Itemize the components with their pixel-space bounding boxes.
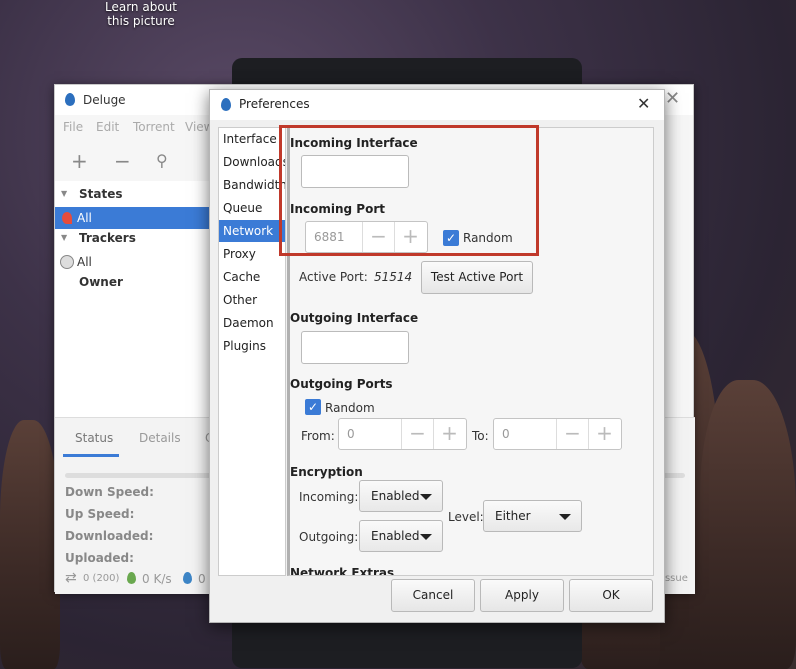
cancel-button[interactable]: Cancel	[391, 579, 475, 612]
category-bandwidth[interactable]: Bandwidth	[219, 174, 285, 196]
trackers-all-item[interactable]: All	[55, 251, 211, 273]
from-port-decrement-button[interactable]: −	[401, 419, 433, 449]
category-proxy[interactable]: Proxy	[219, 243, 285, 265]
incoming-encryption-dropdown[interactable]: Enabled	[359, 480, 443, 512]
to-port-spinner[interactable]: 0 − +	[493, 418, 622, 450]
level-value: Either	[495, 509, 531, 523]
outgoing-encryption-value: Enabled	[371, 529, 420, 543]
level-label: Level:	[448, 510, 484, 524]
deluge-title: Deluge	[83, 93, 126, 107]
deluge-close-icon[interactable]: ✕	[665, 88, 680, 109]
download-speed-icon	[127, 572, 136, 584]
active-port-value: 51514	[374, 270, 413, 284]
menu-torrent[interactable]: Torrent	[133, 120, 175, 134]
from-port-spinner[interactable]: 0 − +	[338, 418, 467, 450]
filter-sidebar: ▼ States All ▼ Trackers All Owner	[55, 181, 211, 417]
test-active-port-button[interactable]: Test Active Port	[421, 261, 533, 294]
outgoing-random-checkbox[interactable]: ✓	[305, 399, 321, 415]
upload-speed-icon	[183, 572, 192, 584]
deluge-logo-icon	[65, 93, 75, 106]
category-network[interactable]: Network	[219, 220, 285, 242]
preferences-close-icon[interactable]: ✕	[637, 94, 650, 113]
to-port-increment-button[interactable]: +	[588, 419, 620, 449]
preferences-title: Preferences	[239, 97, 310, 111]
from-port-value: 0	[347, 427, 355, 441]
incoming-encryption-label: Incoming:	[299, 490, 359, 504]
category-interface[interactable]: Interface	[219, 128, 285, 150]
chevron-down-icon	[420, 494, 432, 500]
add-torrent-icon[interactable]: +	[71, 151, 88, 171]
remove-torrent-icon[interactable]: −	[114, 151, 131, 171]
tab-status-indicator	[63, 454, 119, 457]
from-port-increment-button[interactable]: +	[433, 419, 465, 449]
to-port-decrement-button[interactable]: −	[556, 419, 588, 449]
connections-count: 0 (200)	[83, 573, 120, 584]
active-port-label: Active Port:	[299, 270, 368, 284]
preferences-logo-icon	[221, 98, 231, 111]
category-daemon[interactable]: Daemon	[219, 312, 285, 334]
globe-icon	[60, 255, 74, 269]
connections-icon: ⇄	[65, 570, 77, 586]
tab-status[interactable]: Status	[75, 431, 113, 445]
learn-about-picture-link[interactable]: Learn about this picture	[104, 0, 178, 28]
trackers-all-label: All	[77, 255, 92, 269]
uploaded-label: Uploaded:	[65, 551, 134, 565]
outgoing-random-label: Random	[325, 401, 375, 415]
outgoing-encryption-label: Outgoing:	[299, 530, 359, 544]
from-label: From:	[301, 429, 335, 443]
category-cache[interactable]: Cache	[219, 266, 285, 288]
category-queue[interactable]: Queue	[219, 197, 285, 219]
outgoing-interface-label: Outgoing Interface	[290, 311, 419, 325]
trackers-header: Trackers	[79, 231, 136, 245]
states-all-item[interactable]: All	[55, 207, 211, 229]
to-label: To:	[472, 429, 489, 443]
menu-file[interactable]: File	[63, 120, 83, 134]
category-downloads[interactable]: Downloads	[219, 151, 285, 173]
collapse-states-icon[interactable]: ▼	[61, 189, 67, 198]
category-plugins[interactable]: Plugins	[219, 335, 285, 357]
outgoing-interface-input[interactable]	[301, 331, 409, 364]
category-other[interactable]: Other	[219, 289, 285, 311]
incoming-encryption-value: Enabled	[371, 489, 420, 503]
annotation-highlight-box	[279, 125, 539, 256]
chevron-down-icon	[420, 534, 432, 540]
chevron-down-icon	[559, 514, 571, 520]
network-extras-label: Network Extras	[290, 566, 395, 576]
issue-label[interactable]: Issue	[662, 573, 688, 584]
outgoing-encryption-dropdown[interactable]: Enabled	[359, 520, 443, 552]
down-speed-label: Down Speed:	[65, 485, 154, 499]
states-header: States	[79, 187, 123, 201]
up-speed-label: Up Speed:	[65, 507, 135, 521]
menu-edit[interactable]: Edit	[96, 120, 119, 134]
outgoing-ports-label: Outgoing Ports	[290, 377, 393, 391]
search-icon[interactable]: ⚲	[156, 151, 168, 171]
ok-button[interactable]: OK	[569, 579, 653, 612]
apply-button[interactable]: Apply	[480, 579, 564, 612]
to-port-value: 0	[502, 427, 510, 441]
all-states-icon	[62, 212, 72, 224]
owner-header: Owner	[79, 275, 123, 289]
tab-details[interactable]: Details	[139, 431, 181, 445]
preferences-titlebar: Preferences ✕	[210, 90, 664, 120]
download-speed-value: 0 K/s	[142, 572, 172, 586]
encryption-label: Encryption	[290, 465, 363, 479]
downloaded-label: Downloaded:	[65, 529, 154, 543]
category-list: Interface Downloads Bandwidth Queue Netw…	[218, 127, 286, 576]
level-dropdown[interactable]: Either	[483, 500, 582, 532]
collapse-trackers-icon[interactable]: ▼	[61, 233, 67, 242]
states-all-label: All	[77, 211, 92, 225]
